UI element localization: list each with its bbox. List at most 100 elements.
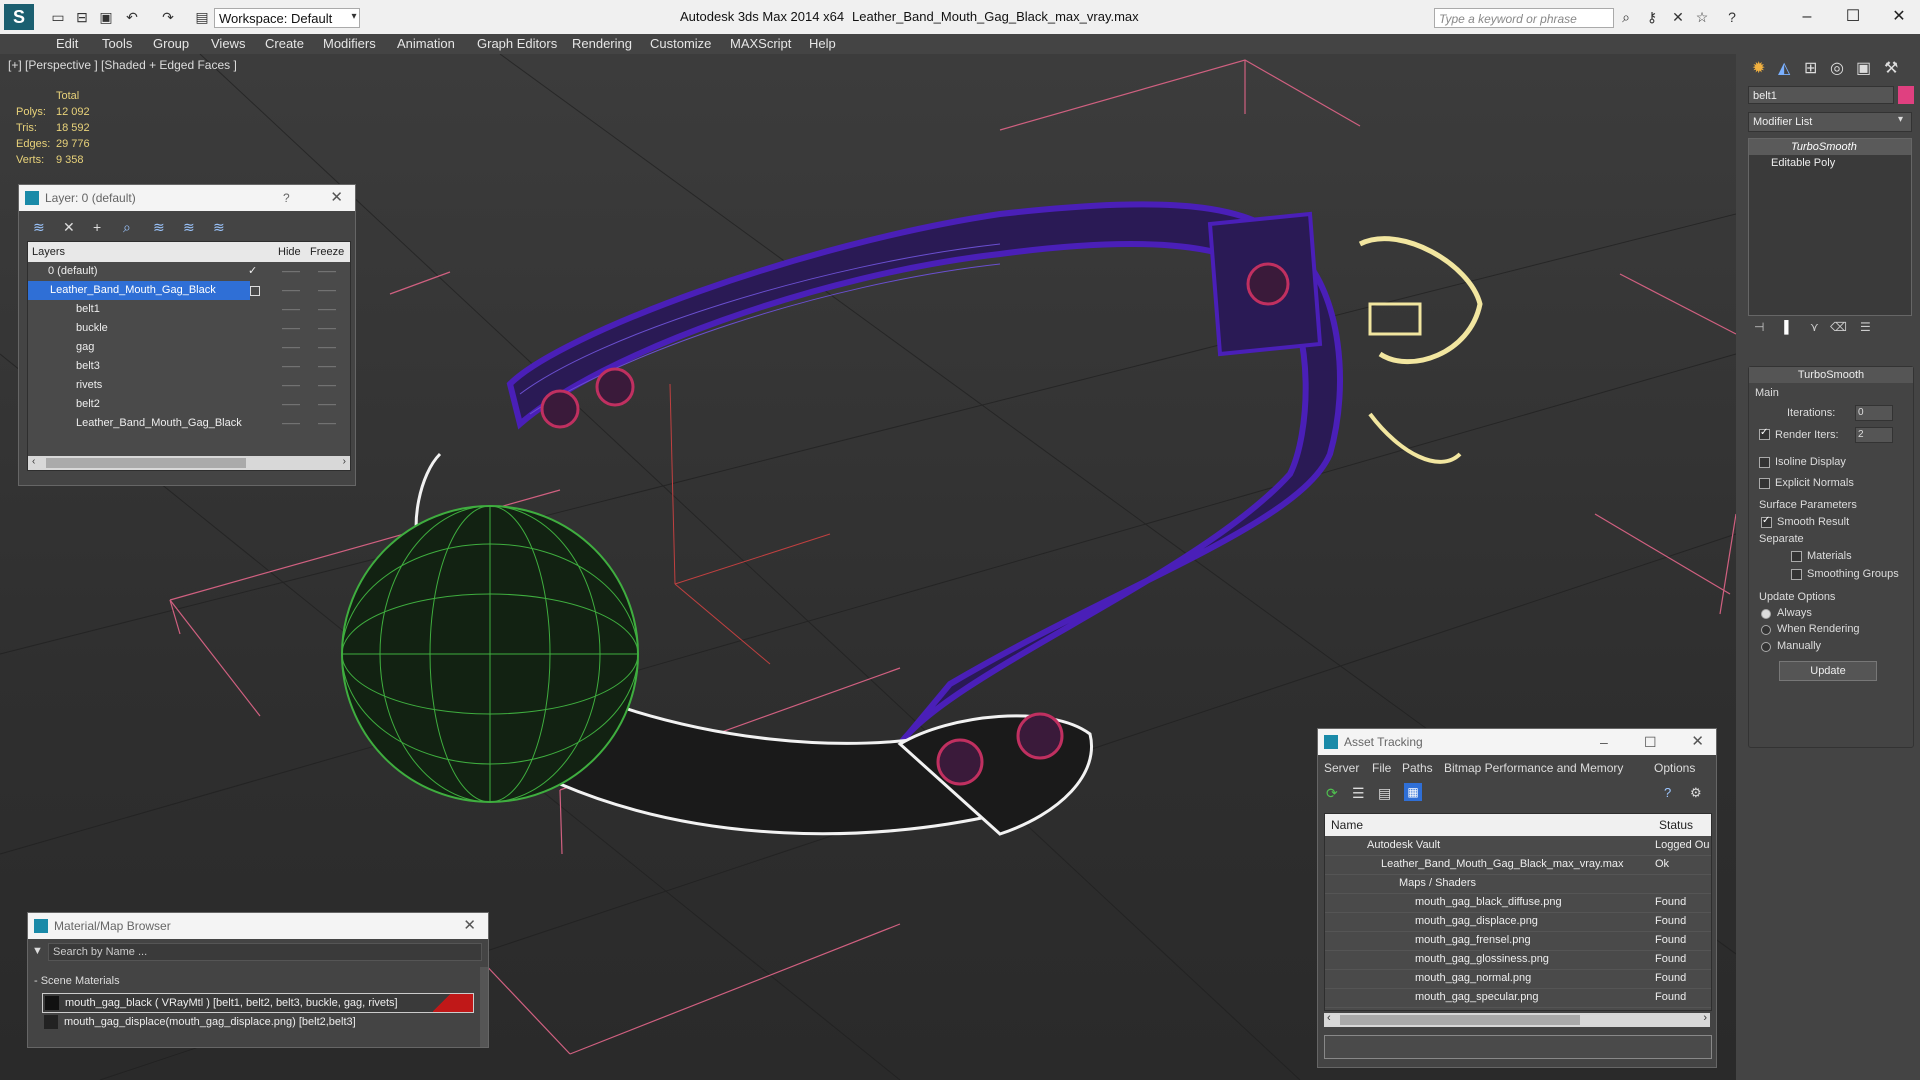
layer-row-selected[interactable]: Leather_Band_Mouth_Gag_Black —— ——	[28, 281, 350, 300]
update-button[interactable]: Update	[1779, 661, 1877, 681]
help-icon[interactable]: ?	[1724, 9, 1740, 25]
make-current-icon[interactable]	[250, 286, 260, 296]
select-in-layer-icon[interactable]: ⌕	[123, 219, 131, 236]
column-hide[interactable]: Hide	[278, 242, 301, 262]
menu-maxscript[interactable]: MAXScript	[730, 36, 791, 51]
menu-server[interactable]: Server	[1324, 761, 1359, 775]
asset-row[interactable]: mouth_gag_black_diffuse.png Found	[1325, 893, 1711, 913]
column-freeze[interactable]: Freeze	[310, 242, 344, 262]
refresh-icon[interactable]: ⟳	[1326, 785, 1338, 802]
undo-icon[interactable]: ↶	[124, 9, 140, 25]
asset-row[interactable]: Leather_Band_Mouth_Gag_Black_max_vray.ma…	[1325, 855, 1711, 875]
layer-row[interactable]: belt3 —— ——	[28, 357, 350, 376]
remove-modifier-icon[interactable]: ⌫	[1830, 320, 1847, 334]
modify-tab-icon[interactable]: ◭	[1778, 58, 1790, 78]
smooth-result-checkbox[interactable]	[1761, 515, 1772, 528]
scrollbar-thumb[interactable]	[46, 458, 246, 468]
material-browser-header[interactable]: Material/Map Browser ✕	[28, 913, 488, 939]
object-color-swatch[interactable]	[1898, 86, 1914, 104]
asset-row[interactable]: Maps / Shaders	[1325, 874, 1711, 894]
layer-row[interactable]: gag —— ——	[28, 338, 350, 357]
layer-row[interactable]: buckle —— ——	[28, 319, 350, 338]
create-layer-icon[interactable]: ≋	[33, 219, 45, 236]
material-row-selected[interactable]: mouth_gag_black ( VRayMtl ) [belt1, belt…	[42, 993, 474, 1013]
menu-graph-editors[interactable]: Graph Editors	[477, 36, 557, 51]
layer-row[interactable]: belt1 —— ——	[28, 300, 350, 319]
scroll-left-icon[interactable]: ‹	[32, 456, 35, 467]
help-search-input[interactable]: Type a keyword or phrase	[1434, 8, 1614, 28]
stack-item-editable-poly[interactable]: Editable Poly	[1749, 155, 1911, 171]
chevron-down-icon[interactable]: ▾	[1898, 114, 1903, 125]
delete-layer-icon[interactable]: ✕	[63, 219, 75, 236]
menu-help[interactable]: Help	[809, 36, 836, 51]
menu-paths[interactable]: Paths	[1402, 761, 1433, 775]
open-file-icon[interactable]: ⊟	[74, 9, 90, 25]
materials-checkbox[interactable]	[1791, 551, 1802, 562]
manually-radio[interactable]	[1761, 642, 1771, 652]
modifier-list-dropdown[interactable]: Modifier List	[1748, 112, 1912, 132]
binoculars-icon[interactable]: ⌕	[1618, 9, 1634, 25]
configure-sets-icon[interactable]: ☰	[1860, 320, 1871, 334]
maximize-icon[interactable]: ☐	[1842, 6, 1864, 28]
workspace-chevron-down-icon[interactable]: ▾	[346, 9, 362, 25]
horizontal-scrollbar[interactable]: ‹ ›	[28, 456, 350, 470]
settings-icon[interactable]: ⚙	[1690, 785, 1702, 801]
asset-row[interactable]: mouth_gag_normal.png Found	[1325, 969, 1711, 989]
asset-row[interactable]: mouth_gag_specular.png Found	[1325, 988, 1711, 1008]
vertical-scrollbar[interactable]	[480, 967, 488, 1047]
scrollbar-thumb[interactable]	[1340, 1015, 1580, 1025]
scene-materials-group[interactable]: - Scene Materials	[34, 975, 120, 987]
pin-stack-icon[interactable]: ⊣	[1754, 320, 1764, 334]
list-view-icon[interactable]: ☰	[1352, 785, 1365, 802]
layer-panel-header[interactable]: Layer: 0 (default) ? ✕	[19, 185, 355, 211]
menu-tools[interactable]: Tools	[102, 36, 132, 51]
table-view-icon[interactable]: ▦	[1404, 783, 1422, 801]
menu-create[interactable]: Create	[265, 36, 304, 51]
help-button[interactable]: ?	[283, 185, 290, 211]
smoothing-groups-checkbox[interactable]	[1791, 569, 1802, 580]
when-rendering-radio[interactable]	[1761, 625, 1771, 635]
column-status[interactable]: Status	[1659, 814, 1693, 836]
asset-row[interactable]: mouth_gag_displace.png Found	[1325, 912, 1711, 932]
create-tab-icon[interactable]: ✹	[1752, 58, 1765, 78]
material-search-input[interactable]: Search by Name ...	[48, 943, 482, 961]
menu-rendering[interactable]: Rendering	[572, 36, 632, 51]
layer-row[interactable]: 0 (default) ✓ —— ——	[28, 262, 350, 281]
scroll-right-icon[interactable]: ›	[1703, 1012, 1707, 1024]
column-layers[interactable]: Layers	[32, 242, 65, 262]
always-radio[interactable]	[1761, 609, 1771, 619]
highlight-layer-icon[interactable]: ≋	[153, 219, 165, 236]
display-tab-icon[interactable]: ▣	[1856, 58, 1871, 78]
asset-path-field[interactable]	[1324, 1035, 1712, 1059]
project-folder-icon[interactable]: ▤	[194, 9, 210, 25]
render-iters-checkbox[interactable]	[1759, 427, 1770, 440]
menu-file[interactable]: File	[1372, 761, 1391, 775]
object-name-input[interactable]: belt1	[1748, 86, 1894, 104]
stack-item-turbosmooth[interactable]: TurboSmooth	[1749, 139, 1911, 155]
asset-row[interactable]: mouth_gag_glossiness.png Found	[1325, 950, 1711, 970]
show-end-result-icon[interactable]: ▐	[1780, 320, 1789, 334]
explicit-normals-checkbox[interactable]	[1759, 478, 1770, 489]
exchange-icon[interactable]: ✕	[1670, 9, 1686, 25]
key-icon[interactable]: ⚷	[1644, 9, 1660, 25]
close-icon[interactable]: ✕	[463, 913, 476, 939]
menu-views[interactable]: Views	[211, 36, 245, 51]
asset-row[interactable]: Autodesk Vault Logged Ou	[1325, 836, 1711, 856]
menu-modifiers[interactable]: Modifiers	[323, 36, 376, 51]
utilities-tab-icon[interactable]: ⚒	[1884, 58, 1898, 78]
isoline-display-checkbox[interactable]	[1759, 457, 1770, 468]
asset-row[interactable]: mouth_gag_frensel.png Found	[1325, 931, 1711, 951]
workspace-dropdown[interactable]: Workspace: Default	[214, 8, 360, 28]
scroll-right-icon[interactable]: ›	[343, 456, 346, 467]
asset-panel-header[interactable]: Asset Tracking – ☐ ✕	[1318, 729, 1716, 755]
freeze-all-layers-icon[interactable]: ≋	[213, 219, 225, 236]
help-icon[interactable]: ?	[1664, 785, 1671, 800]
hide-all-layers-icon[interactable]: ≋	[183, 219, 195, 236]
thumbnail-view-icon[interactable]: ▤	[1378, 785, 1391, 802]
menu-bitmap-performance[interactable]: Bitmap Performance and Memory	[1444, 761, 1623, 775]
scroll-left-icon[interactable]: ‹	[1327, 1012, 1331, 1024]
viewport-label[interactable]: [+] [Perspective ] [Shaded + Edged Faces…	[8, 58, 237, 72]
close-icon[interactable]: ✕	[1691, 729, 1704, 755]
render-iters-spinner[interactable]: 2	[1855, 427, 1893, 443]
horizontal-scrollbar[interactable]: ‹ ›	[1324, 1012, 1710, 1027]
